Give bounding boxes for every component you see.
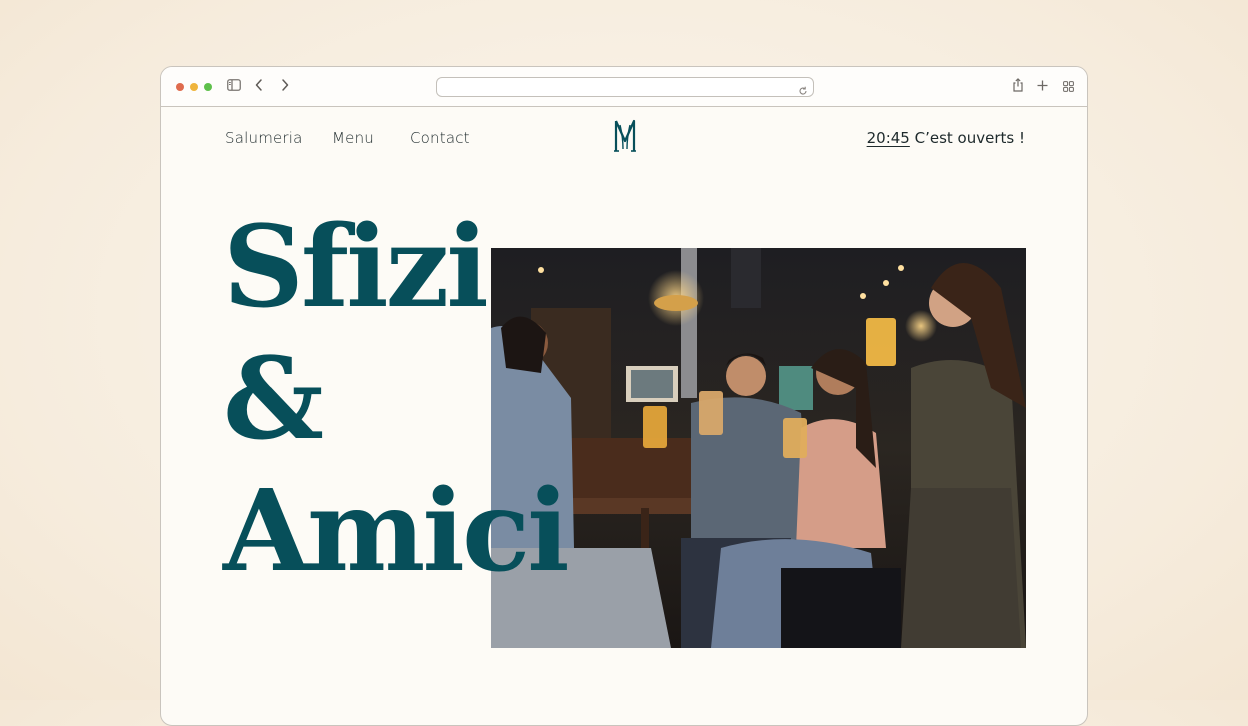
reload-icon[interactable]: [798, 81, 808, 100]
opening-status-text: C’est ouverts !: [914, 129, 1025, 147]
headline-line-2: &: [223, 334, 324, 465]
headline-line-3: Amici: [223, 466, 570, 597]
logo-monogram-icon[interactable]: [613, 119, 637, 157]
share-icon[interactable]: [1012, 78, 1024, 92]
browser-toolbar: [161, 67, 1087, 107]
minimize-window-button[interactable]: [190, 83, 198, 91]
back-icon[interactable]: [255, 79, 263, 91]
nav-link-contact[interactable]: Contact: [410, 129, 470, 147]
opening-status: 20:45 C’est ouverts !: [867, 129, 1025, 147]
zoom-window-button[interactable]: [204, 83, 212, 91]
hero-photo: [491, 248, 1026, 648]
opening-time[interactable]: 20:45: [867, 129, 910, 147]
nav-link-menu[interactable]: Menu: [332, 129, 374, 147]
close-window-button[interactable]: [176, 83, 184, 91]
nav-link-salumeria[interactable]: Salumeria: [225, 129, 303, 147]
site-header: Salumeria Menu Contact 20:45 C’est ouver…: [161, 107, 1087, 167]
tab-overview-icon[interactable]: [1063, 81, 1074, 92]
address-bar[interactable]: [436, 77, 814, 97]
new-tab-icon[interactable]: [1037, 80, 1048, 91]
hero-headline: Sfizi & Amici: [223, 202, 570, 598]
sidebar-icon[interactable]: [227, 79, 241, 91]
browser-window: Salumeria Menu Contact 20:45 C’est ouver…: [160, 66, 1088, 726]
headline-line-1: Sfizi: [223, 202, 489, 333]
forward-icon[interactable]: [281, 79, 289, 91]
